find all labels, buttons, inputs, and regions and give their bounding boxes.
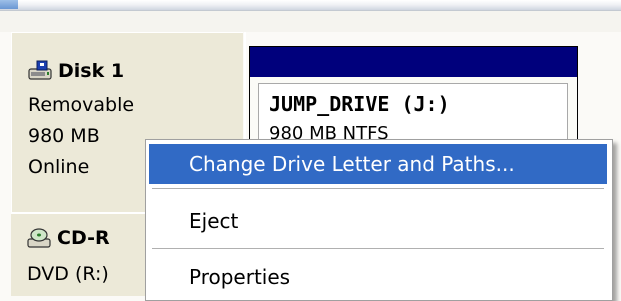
disk-drive-icon <box>28 60 52 80</box>
disk-title: Disk 1 <box>58 60 125 82</box>
disk-type: Removable <box>28 94 135 116</box>
cdrom-drive: DVD (R:) <box>27 263 109 285</box>
menu-item-properties[interactable]: Properties <box>149 257 607 297</box>
cdrom-title-row: CD-R <box>27 226 110 250</box>
volume-name: JUMP_DRIVE (J:) <box>269 92 450 116</box>
context-menu: Change Drive Letter and Paths... Eject P… <box>145 139 613 301</box>
volume-header-bar <box>250 47 577 77</box>
disk-status: Online <box>28 156 90 178</box>
disk-1-title-row: Disk 1 <box>28 59 124 83</box>
cdrom-title: CD-R <box>57 227 110 249</box>
cd-drive-icon <box>27 228 51 248</box>
menu-item-change-drive-letter[interactable]: Change Drive Letter and Paths... <box>149 144 607 184</box>
scroll-thumb-fragment <box>0 0 18 9</box>
disk-size: 980 MB <box>28 125 100 147</box>
window-top-bar <box>0 0 621 11</box>
menu-item-eject[interactable]: Eject <box>149 201 607 241</box>
list-gap <box>0 11 621 32</box>
menu-separator <box>152 188 604 189</box>
menu-separator <box>152 248 604 249</box>
